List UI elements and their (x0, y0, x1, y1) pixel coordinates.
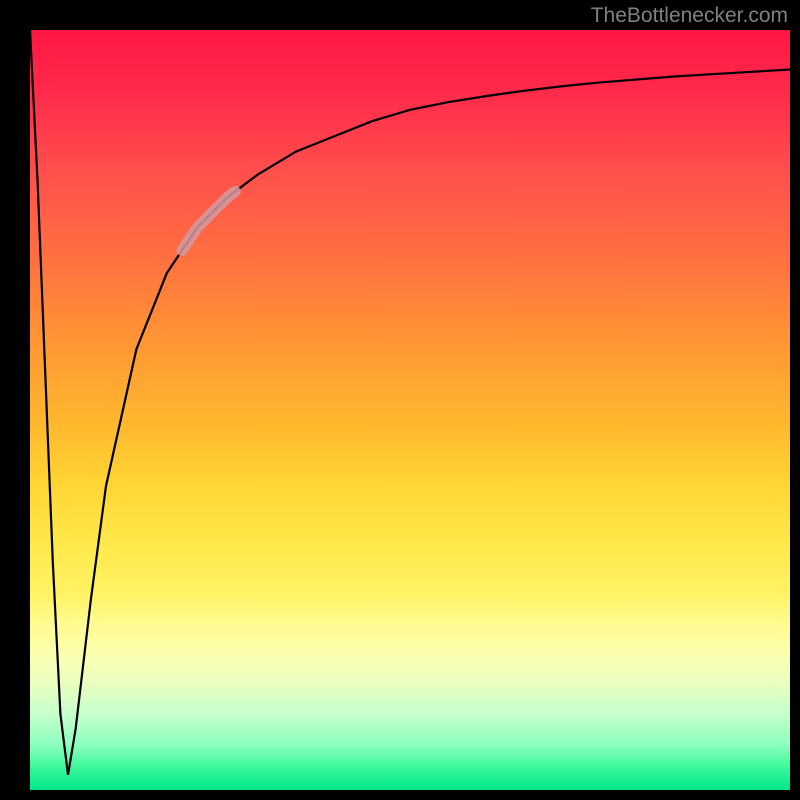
bottleneck-curve (30, 30, 790, 775)
attribution-text: TheBottlenecker.com (591, 4, 788, 28)
plot-area (30, 30, 790, 790)
curve-svg (30, 30, 790, 790)
highlight-segment (182, 192, 235, 251)
